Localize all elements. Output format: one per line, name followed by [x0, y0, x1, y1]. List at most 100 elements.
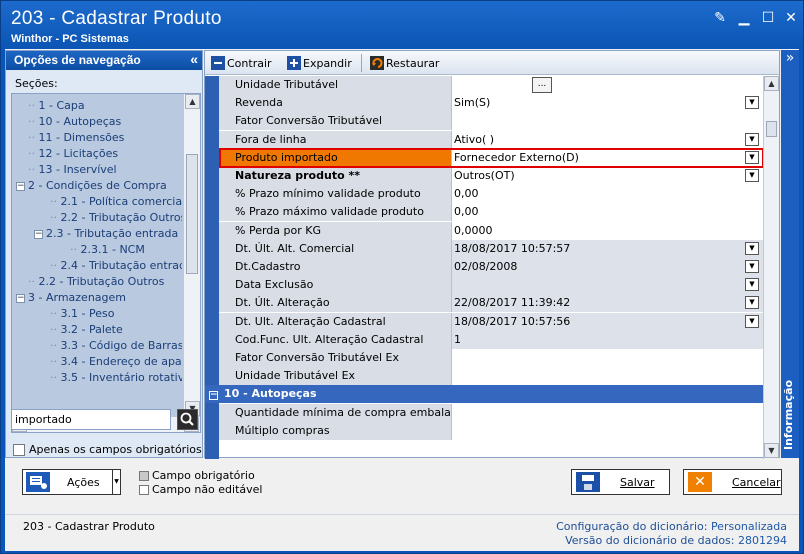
- tree-item[interactable]: ·· 3.5 - Inventário rotativo: [50, 370, 182, 386]
- property-label: Quantidade mínima de compra embalagem de: [219, 404, 452, 422]
- tree-item[interactable]: ·· 13 - Inservível: [28, 162, 117, 178]
- tree-item[interactable]: ·· 2.2 - Tributação Outros: [50, 210, 182, 226]
- property-row[interactable]: Quantidade mínima de compra embalagem de: [219, 404, 763, 422]
- property-value[interactable]: 1: [452, 331, 763, 349]
- tree-collapse-icon[interactable]: −: [34, 229, 43, 239]
- collapse-right-icon[interactable]: »: [781, 50, 799, 66]
- tree-item[interactable]: ·· 2.4 - Tributação entrada In: [50, 258, 182, 274]
- property-value[interactable]: 02/08/2008: [452, 258, 763, 276]
- property-row[interactable]: % Prazo mínimo validade produto 0,00: [219, 185, 763, 203]
- property-value[interactable]: Sim(S): [452, 94, 763, 112]
- property-row[interactable]: Dt.Cadastro 02/08/2008 ▼: [219, 258, 763, 276]
- property-value[interactable]: [452, 404, 763, 422]
- property-row[interactable]: % Prazo máximo validade produto 0,00: [219, 203, 763, 221]
- property-value[interactable]: Ativo( ): [452, 131, 763, 149]
- property-value[interactable]: 0,00: [452, 203, 763, 221]
- property-row[interactable]: Fator Conversão Tributável: [219, 112, 763, 130]
- section-search-input[interactable]: importado: [11, 409, 171, 430]
- section-header-autopecas[interactable]: −10 - Autopeças: [205, 385, 763, 403]
- info-panel[interactable]: » Informação: [781, 50, 799, 458]
- contrair-button[interactable]: Contrair: [211, 55, 272, 71]
- property-value[interactable]: 0,0000: [452, 222, 763, 240]
- tree-item[interactable]: ·· 3.3 - Código de Barras: [50, 338, 182, 354]
- scroll-up-icon[interactable]: ▲: [185, 94, 200, 109]
- property-row[interactable]: Múltiplo compras: [219, 422, 763, 440]
- expandir-button[interactable]: Expandir: [287, 55, 352, 71]
- tree-item[interactable]: ·· 2.1 - Política comercial comp: [50, 194, 182, 210]
- property-row[interactable]: Natureza produto ** Outros(OT) ▼: [219, 167, 763, 185]
- property-row[interactable]: Data Exclusão ▼: [219, 276, 763, 294]
- grid-scroll-thumb[interactable]: [766, 121, 777, 137]
- main-window: 203 - Cadastrar Produto Winthor - PC Sis…: [0, 0, 804, 554]
- property-value[interactable]: [452, 367, 763, 385]
- property-value[interactable]: 18/08/2017 10:57:56: [452, 313, 763, 331]
- minimize-icon[interactable]: ▁: [737, 11, 751, 25]
- tree-collapse-icon[interactable]: −: [16, 181, 25, 191]
- save-button[interactable]: Salvar: [571, 469, 670, 495]
- scroll-thumb[interactable]: [186, 154, 198, 274]
- search-button[interactable]: [177, 409, 198, 430]
- property-value[interactable]: 22/08/2017 11:39:42: [452, 294, 763, 312]
- dropdown-arrow-icon[interactable]: ▼: [745, 296, 759, 309]
- dropdown-arrow-icon[interactable]: ▼: [745, 278, 759, 291]
- dropdown-arrow-icon[interactable]: ▼: [745, 169, 759, 182]
- property-value[interactable]: [452, 422, 763, 440]
- grid-scroll-up-icon[interactable]: ▲: [764, 76, 779, 91]
- dropdown-arrow-icon[interactable]: ▼: [745, 260, 759, 273]
- tree-item[interactable]: ·· 3.1 - Peso: [50, 306, 114, 322]
- checkbox-box[interactable]: [13, 443, 25, 456]
- dropdown-arrow-icon[interactable]: ▼: [745, 315, 759, 328]
- dropdown-arrow-icon[interactable]: ▼: [745, 133, 759, 146]
- restaurar-label: Restaurar: [386, 56, 440, 70]
- property-row[interactable]: % Perda por KG 0,0000: [219, 222, 763, 240]
- legend-readonly-swatch: [139, 484, 149, 495]
- property-value[interactable]: 18/08/2017 10:57:57: [452, 240, 763, 258]
- section-collapse-icon[interactable]: −: [209, 391, 218, 400]
- restaurar-button[interactable]: Restaurar: [370, 55, 439, 71]
- property-value[interactable]: Outros(OT): [452, 167, 763, 185]
- edit-icon[interactable]: ✎: [713, 11, 727, 25]
- property-value[interactable]: [452, 276, 763, 294]
- dropdown-arrow-icon[interactable]: ▼: [745, 242, 759, 255]
- dropdown-arrow-icon[interactable]: ▼: [745, 96, 759, 109]
- tree-item[interactable]: −2 - Condições de Compra: [16, 178, 167, 194]
- tree-item[interactable]: ·· 2.3.1 - NCM: [70, 242, 145, 258]
- property-row[interactable]: Fora de linha Ativo( ) ▼: [219, 131, 763, 149]
- property-value[interactable]: [452, 349, 763, 367]
- property-row[interactable]: Dt. Últ. Alteração 22/08/2017 11:39:42 ▼: [219, 294, 763, 312]
- property-row[interactable]: Dt. Ult. Alteração Cadastral 18/08/2017 1…: [219, 313, 763, 331]
- tree-vertical-scrollbar[interactable]: ▲ ▼: [183, 94, 200, 417]
- ellipsis-button[interactable]: ...: [532, 77, 552, 93]
- cancel-button[interactable]: ✕ Cancelar: [683, 469, 782, 495]
- property-row[interactable]: Cod.Func. Ult. Alteração Cadastral 1: [219, 331, 763, 349]
- acoes-button[interactable]: Ações ▼: [22, 469, 121, 495]
- info-panel-label: Informação: [782, 379, 795, 450]
- property-label: Unidade Tributável: [219, 76, 452, 94]
- title-bar: 203 - Cadastrar Produto Winthor - PC Sis…: [1, 1, 803, 48]
- tree-collapse-icon[interactable]: −: [16, 293, 25, 303]
- property-value[interactable]: 0,00: [452, 185, 763, 203]
- tree-item[interactable]: ·· 2.2 - Tributação Outros: [28, 274, 164, 290]
- tree-item[interactable]: ·· 3.2 - Palete: [50, 322, 123, 338]
- tree-item[interactable]: −3 - Armazenagem: [16, 290, 126, 306]
- property-row[interactable]: Revenda Sim(S) ▼: [219, 94, 763, 112]
- property-row[interactable]: Dt. Últ. Alt. Comercial 18/08/2017 10:57:…: [219, 240, 763, 258]
- grid-vertical-scrollbar[interactable]: ▲ ▼: [763, 76, 779, 459]
- tree-item[interactable]: ·· 12 - Licitações: [28, 146, 118, 162]
- chevron-down-icon[interactable]: ▼: [112, 470, 120, 494]
- property-row[interactable]: Unidade Tributável...: [219, 76, 763, 94]
- tree-item[interactable]: ·· 1 - Capa: [28, 98, 85, 114]
- tree-item[interactable]: ·· 11 - Dimensões: [28, 130, 124, 146]
- collapse-left-icon[interactable]: «: [190, 51, 198, 67]
- close-icon[interactable]: ✕: [784, 11, 798, 25]
- grid-scroll-down-icon[interactable]: ▼: [764, 443, 779, 458]
- tree-item[interactable]: −2.3 - Tributação entrada: [34, 226, 178, 242]
- tree-item[interactable]: ·· 10 - Autopeças: [28, 114, 121, 130]
- property-row[interactable]: Fator Conversão Tributável Ex: [219, 349, 763, 367]
- property-row[interactable]: Unidade Tributável Ex: [219, 367, 763, 385]
- tree-item[interactable]: ·· 3.4 - Endereço de apanha: [50, 354, 182, 370]
- property-value[interactable]: [452, 112, 763, 130]
- only-required-checkbox[interactable]: Apenas os campos obrigatórios: [13, 443, 202, 456]
- maximize-icon[interactable]: ☐: [761, 11, 775, 25]
- property-value[interactable]: [452, 76, 763, 94]
